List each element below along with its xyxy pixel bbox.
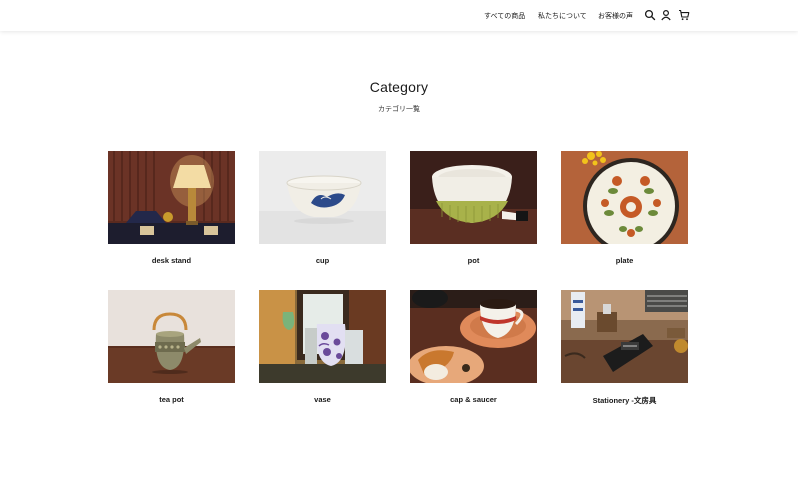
nav-link-about-us[interactable]: 私たちについて: [538, 11, 587, 21]
search-icon[interactable]: [644, 9, 656, 21]
category-card-stationery[interactable]: Stationery -文房具: [561, 290, 688, 406]
category-card-pot[interactable]: pot: [410, 151, 537, 265]
nav-item-about-us[interactable]: 私たちについて: [538, 0, 587, 31]
nav-item-testimonials[interactable]: お客様の声: [598, 0, 633, 31]
category-card-cap-saucer[interactable]: cap & saucer: [410, 290, 537, 404]
stationery-image[interactable]: [561, 290, 688, 383]
pot-image[interactable]: [410, 151, 537, 244]
category-label[interactable]: tea pot: [108, 395, 235, 404]
category-label[interactable]: plate: [561, 256, 688, 265]
desk-stand-image[interactable]: [108, 151, 235, 244]
cart-icon[interactable]: [678, 9, 690, 21]
category-card-tea-pot[interactable]: tea pot: [108, 290, 235, 404]
plate-image[interactable]: [561, 151, 688, 244]
page-title: Category: [369, 79, 429, 95]
nav-link-testimonials[interactable]: お客様の声: [598, 11, 633, 21]
cup-image[interactable]: [259, 151, 386, 244]
category-label[interactable]: cup: [259, 256, 386, 265]
nav-link-all-products[interactable]: すべての商品: [484, 11, 525, 21]
category-label[interactable]: vase: [259, 395, 386, 404]
site-header: すべての商品 私たちについて お客様の声: [0, 0, 798, 31]
category-card-vase[interactable]: vase: [259, 290, 386, 404]
vase-image[interactable]: [259, 290, 386, 383]
category-label[interactable]: pot: [410, 256, 537, 265]
category-label[interactable]: cap & saucer: [410, 395, 537, 404]
category-card-cup[interactable]: cup: [259, 151, 386, 265]
category-card-plate[interactable]: plate: [561, 151, 688, 265]
user-icon[interactable]: [660, 9, 672, 21]
category-card-desk-stand[interactable]: desk stand: [108, 151, 235, 265]
cap-saucer-image[interactable]: [410, 290, 537, 383]
category-label[interactable]: Stationery -文房具: [561, 395, 688, 406]
category-label[interactable]: desk stand: [108, 256, 235, 265]
nav-item-all-products[interactable]: すべての商品: [484, 0, 525, 31]
tea-pot-image[interactable]: [108, 290, 235, 383]
page-subtitle: カテゴリ一覧: [378, 106, 420, 113]
